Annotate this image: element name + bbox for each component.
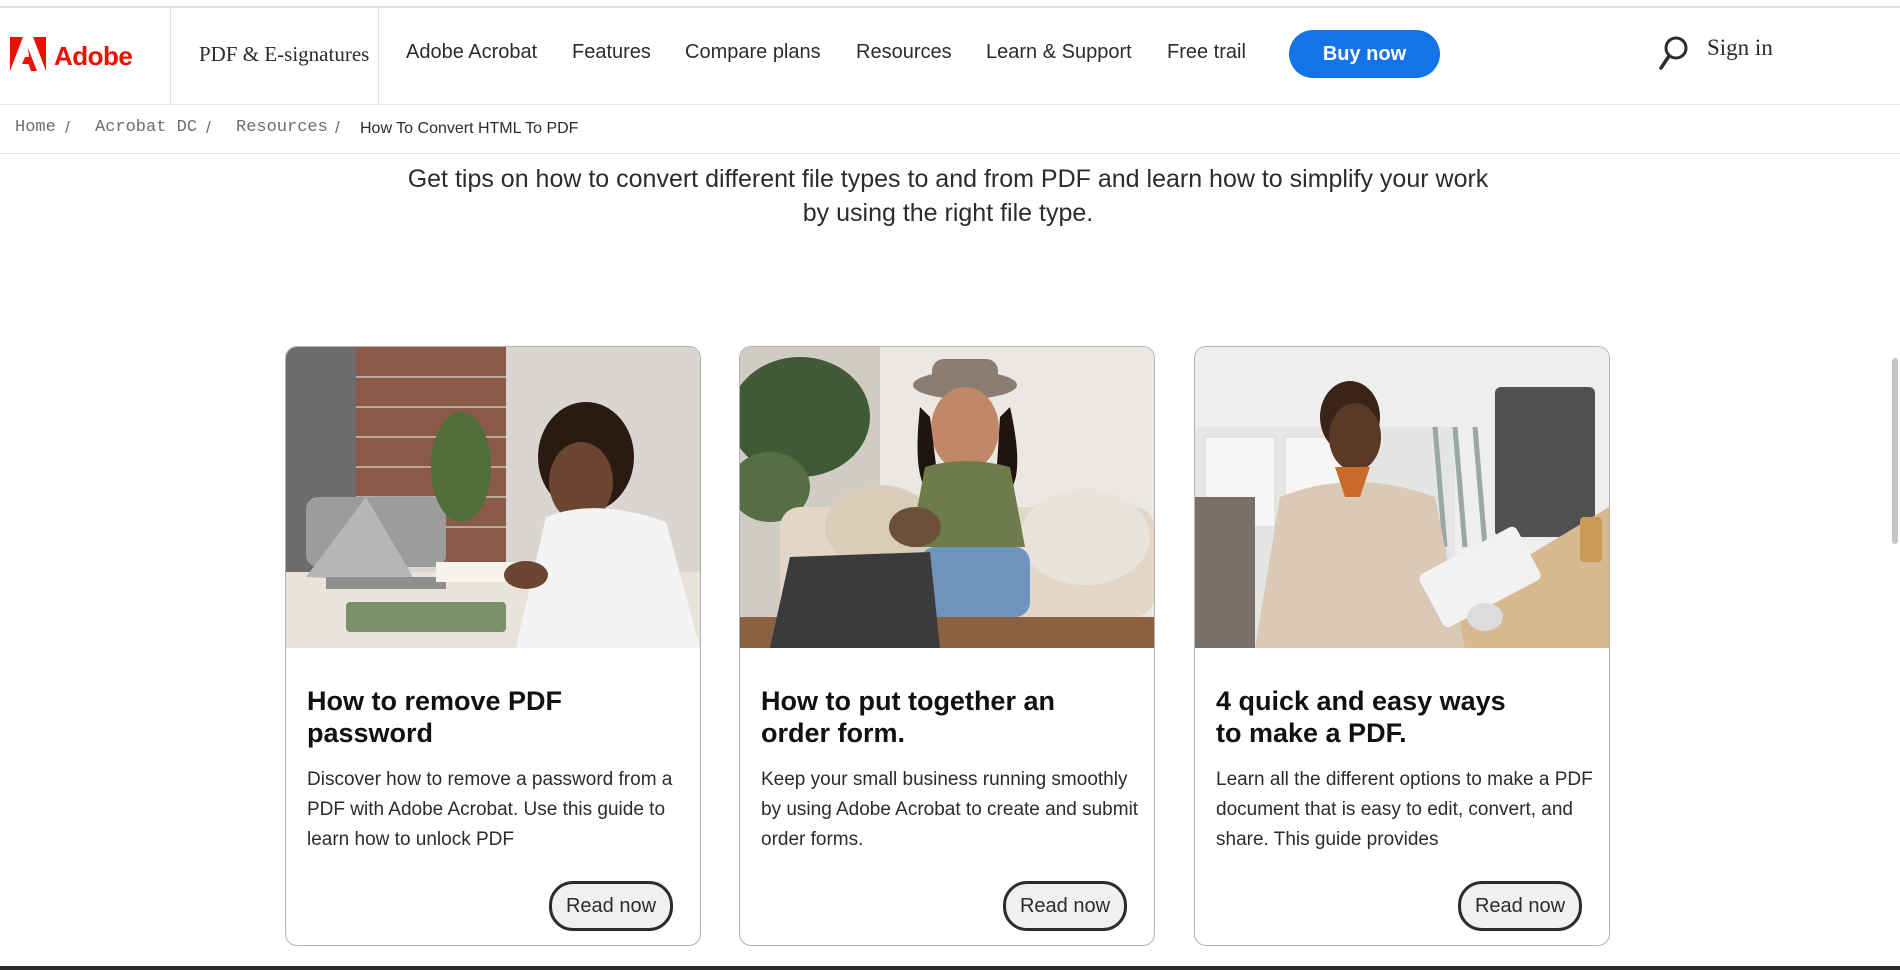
read-now-button[interactable]: Read now [1458, 881, 1582, 931]
nav-resources[interactable]: Resources [856, 41, 952, 64]
card-image [740, 347, 1154, 648]
intro-text: Get tips on how to convert different fil… [360, 162, 1536, 230]
card-title: How to remove PDF password [307, 686, 563, 748]
card-image [286, 347, 700, 648]
intro-line: by using the right file type. [802, 199, 1094, 227]
brand-name: Adobe [54, 41, 133, 71]
breadcrumb-home[interactable]: Home [15, 118, 56, 137]
global-nav: Adobe PDF & E-signatures Adobe Acrobat F… [0, 8, 1900, 105]
card-description: Keep your small business running smoothl… [761, 769, 1139, 850]
intro-line: Get tips on how to convert different fil… [407, 165, 1489, 193]
product-label: PDF & E-signatures [199, 42, 370, 66]
nav-free-trial[interactable]: Free trail [1167, 41, 1246, 64]
article-card-make-pdf[interactable]: 4 quick and easy ways to make a PDF. Lea… [1194, 346, 1610, 946]
breadcrumb: Home / Acrobat DC / Resources / How To C… [0, 105, 1900, 154]
breadcrumb-current: How To Convert HTML To PDF [360, 120, 579, 137]
breadcrumb-resources[interactable]: Resources [236, 118, 328, 137]
article-card-remove-password[interactable]: How to remove PDF password Discover how … [285, 346, 701, 946]
read-now-button[interactable]: Read now [549, 881, 673, 931]
article-card-order-form[interactable]: How to put together an order form. Keep … [739, 346, 1155, 946]
nav-compare-plans[interactable]: Compare plans [685, 41, 821, 64]
card-title: 4 quick and easy ways to make a PDF. [1216, 686, 1506, 748]
nav-features[interactable]: Features [572, 41, 651, 64]
nav-learn-support[interactable]: Learn & Support [986, 41, 1132, 64]
breadcrumb-separator: / [65, 118, 70, 137]
card-description: Learn all the different options to make … [1216, 769, 1593, 850]
card-description: Discover how to remove a password from a… [307, 769, 673, 850]
breadcrumb-separator: / [206, 118, 211, 137]
sign-in-link[interactable]: Sign in [1707, 35, 1773, 61]
nav-adobe-acrobat[interactable]: Adobe Acrobat [406, 41, 537, 64]
breadcrumb-acrobat-dc[interactable]: Acrobat DC [95, 118, 197, 137]
adobe-logo-icon [10, 37, 46, 71]
card-image [1195, 347, 1609, 648]
adobe-logo[interactable]: Adobe [0, 8, 171, 104]
bottom-border [0, 966, 1900, 970]
top-border [0, 0, 1900, 8]
card-title: How to put together an order form. [761, 686, 1055, 748]
buy-now-button[interactable]: Buy now [1289, 30, 1440, 78]
breadcrumb-separator: / [335, 118, 340, 137]
read-now-button[interactable]: Read now [1003, 881, 1127, 931]
scrollbar-thumb[interactable] [1892, 358, 1898, 544]
search-icon[interactable] [1658, 34, 1690, 72]
product-label-container[interactable]: PDF & E-signatures [171, 8, 379, 104]
